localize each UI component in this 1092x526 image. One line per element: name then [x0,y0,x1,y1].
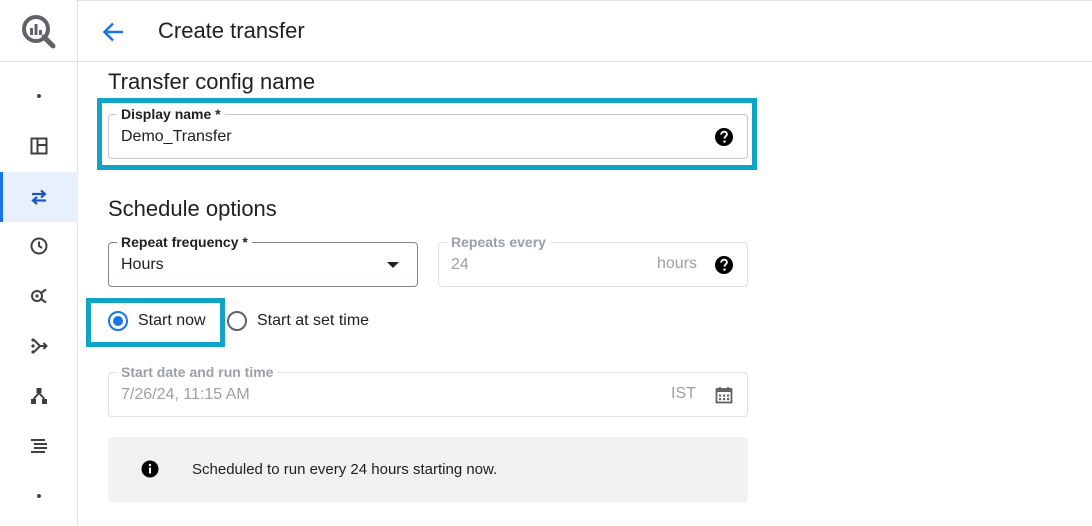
analytics-hub-icon [31,288,47,304]
rail-item-transfers[interactable] [0,172,78,222]
display-name-field[interactable]: Display name * Demo_Transfer [108,106,748,159]
page-title: Create transfer [158,18,305,43]
help-icon[interactable] [714,127,734,147]
rail-item-history[interactable] [0,221,78,271]
start-date-field[interactable]: Start date and run time 7/26/24, 11:15 A… [108,364,748,417]
dot-icon [37,494,41,498]
section-title-schedule: Schedule options [108,196,277,221]
hierarchy-icon [31,388,47,404]
info-icon [141,460,159,478]
display-name-value[interactable]: Demo_Transfer [121,127,232,147]
dot-icon [37,94,41,98]
start-now-label: Start now [138,312,206,329]
repeat-frequency-value: Hours [121,256,164,273]
schedule-info-box: Scheduled to run every 24 hours starting… [108,437,748,502]
arrow-back-icon [102,22,123,42]
rail-item-list[interactable] [0,421,78,471]
repeats-every-field[interactable]: Repeats every 24 hours [438,234,748,287]
start-date-label: Start date and run time [117,364,278,380]
bigquery-logo[interactable] [0,0,78,62]
start-at-set-time-option[interactable]: Start at set time [227,311,369,331]
schedule-info-text: Scheduled to run every 24 hours starting… [192,461,498,478]
left-nav-rail [0,0,78,526]
repeats-every-value[interactable]: 24 [451,255,469,275]
repeat-frequency-label: Repeat frequency * [117,234,252,250]
top-bar: Create transfer [78,0,1092,62]
rail-item-pipelines[interactable] [0,321,78,371]
calendar-icon[interactable] [714,385,734,405]
display-name-label: Display name * [117,106,225,122]
start-at-set-time-label: Start at set time [257,312,370,329]
start-date-value[interactable]: 7/26/24, 11:15 AM [121,385,250,405]
dashboard-icon [30,137,48,155]
repeats-every-label: Repeats every [447,234,550,250]
rail-item-more-top[interactable] [0,71,78,121]
start-at-set-time-radio[interactable] [227,311,247,331]
history-icon [30,237,48,255]
rail-item-hierarchy[interactable] [0,371,78,421]
rail-item-analytics-hub[interactable] [0,271,78,321]
section-title-config: Transfer config name [108,69,316,94]
pipeline-icon [31,338,48,354]
start-now-option[interactable]: Start now [108,311,206,331]
timezone-label: IST [671,385,696,402]
repeat-frequency-select[interactable]: Repeat frequency * Hours [108,234,418,287]
start-now-radio[interactable] [108,311,128,331]
dropdown-arrow-icon [387,262,399,268]
transfers-icon [31,189,47,205]
repeats-every-unit: hours [657,255,698,272]
rail-item-more-bottom[interactable] [0,471,78,521]
help-icon[interactable] [714,255,734,275]
bigquery-logo-icon [22,15,56,49]
rail-item-dashboard[interactable] [0,121,78,171]
back-button[interactable] [100,18,128,46]
list-icon [31,439,47,453]
